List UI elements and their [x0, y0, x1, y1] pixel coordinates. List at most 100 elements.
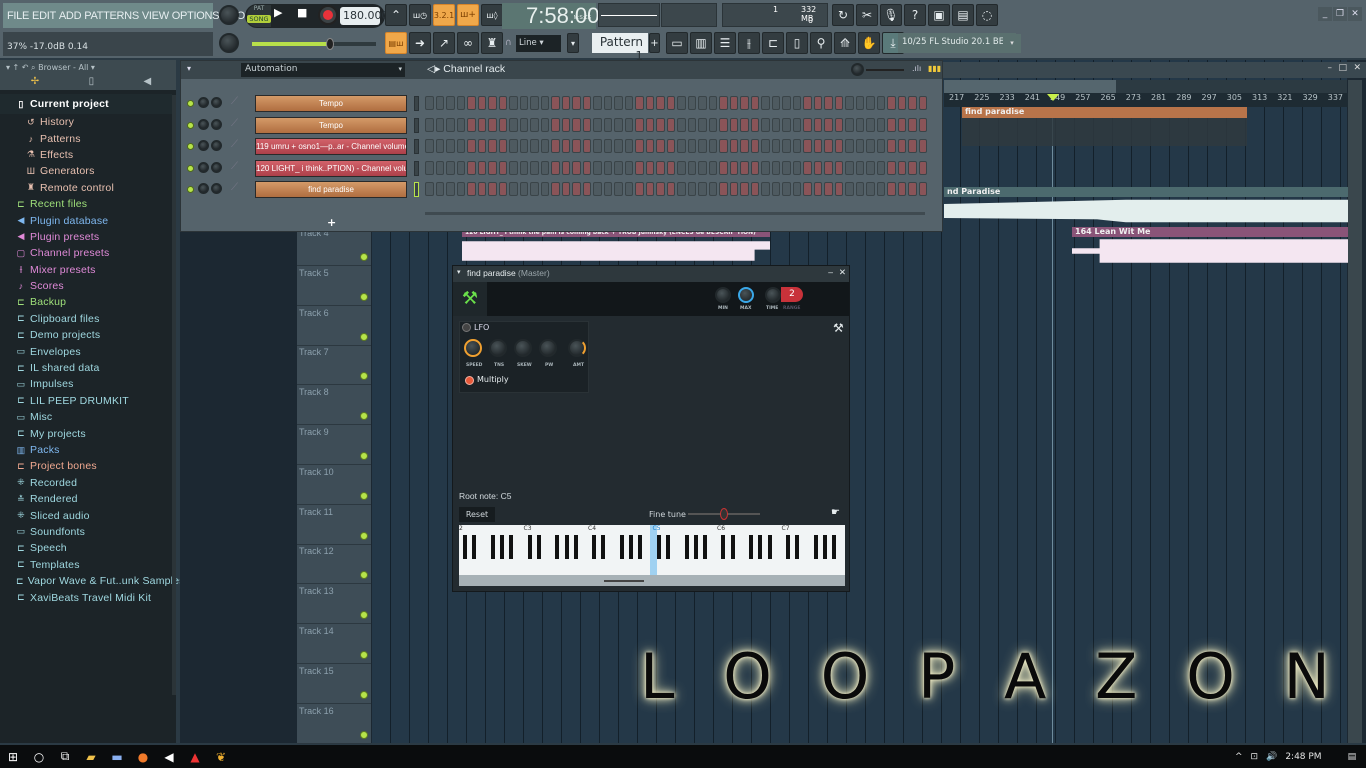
black-key[interactable] [499, 535, 504, 559]
step-button[interactable] [834, 182, 843, 196]
step-button[interactable] [845, 182, 854, 196]
step-button[interactable] [687, 96, 696, 110]
step-button[interactable] [876, 139, 885, 153]
browser-item[interactable]: ▯ Current project [0, 94, 172, 114]
black-key[interactable] [601, 535, 606, 559]
step-button[interactable] [855, 117, 864, 132]
step-button[interactable] [561, 182, 570, 196]
browser-item[interactable]: ⚗ Effects [0, 147, 172, 163]
fl-studio-icon[interactable]: ❦ [208, 750, 234, 764]
step-button[interactable] [582, 160, 591, 175]
channel-name-button[interactable]: find paradise [255, 181, 407, 198]
step-button[interactable] [761, 160, 770, 175]
playlist-maximize-icon[interactable]: □ [1338, 63, 1347, 73]
step-button[interactable] [750, 160, 759, 175]
browser-item[interactable]: ↺ History [0, 114, 172, 130]
step-button[interactable] [666, 96, 675, 110]
step-button[interactable] [866, 117, 875, 132]
step-button[interactable] [866, 160, 875, 175]
step-button[interactable] [687, 160, 696, 175]
step-button[interactable] [666, 160, 675, 175]
channel-volume-knob[interactable] [211, 183, 222, 194]
drag-icon[interactable]: ✋ [858, 32, 880, 54]
track-enable-led[interactable] [360, 690, 368, 699]
step-button[interactable] [519, 139, 528, 153]
channel-mute-led[interactable] [187, 121, 194, 129]
link-icon[interactable]: ∞ [457, 32, 479, 54]
black-key[interactable] [832, 535, 837, 559]
step-button[interactable] [740, 139, 749, 153]
step-button[interactable] [677, 96, 686, 110]
step-button[interactable] [740, 96, 749, 110]
step-button[interactable] [582, 117, 591, 132]
step-button[interactable] [540, 139, 549, 153]
black-key[interactable] [702, 535, 707, 559]
track-header[interactable]: Track 4 [297, 226, 371, 266]
browser-item[interactable]: ⁜ Recorded [0, 475, 172, 491]
firefox-icon[interactable]: ● [130, 750, 156, 764]
step-button[interactable] [687, 117, 696, 132]
step-button[interactable] [561, 139, 570, 153]
step-button[interactable] [866, 182, 875, 196]
step-button[interactable] [771, 96, 780, 110]
plugin-titlebar[interactable]: ▾ find paradise (Master) – ✕ [453, 266, 849, 282]
step-button[interactable] [435, 96, 444, 110]
step-button[interactable] [572, 139, 581, 153]
step-button[interactable] [509, 117, 518, 132]
speaker-app-icon[interactable]: ◀ [156, 750, 182, 764]
channel-volume-knob[interactable] [211, 118, 222, 130]
step-button[interactable] [782, 139, 791, 153]
step-button[interactable] [603, 96, 612, 110]
task-view-icon[interactable]: ⧉ [52, 749, 78, 764]
browser-item[interactable]: ▭ Envelopes [0, 343, 172, 359]
step-button[interactable] [645, 117, 654, 132]
step-button[interactable] [624, 139, 633, 153]
step-button[interactable] [561, 117, 570, 132]
menu-file[interactable]: FILE [7, 10, 29, 22]
channel-select-indicator[interactable] [414, 139, 419, 154]
step-button[interactable] [498, 117, 507, 132]
black-key[interactable] [786, 535, 791, 559]
step-button[interactable] [519, 117, 528, 132]
step-button[interactable] [897, 182, 906, 196]
step-button[interactable] [425, 182, 434, 196]
browser-item[interactable]: ▥ Packs [0, 442, 172, 458]
track-enable-led[interactable] [360, 412, 368, 421]
track-enable-led[interactable] [360, 611, 368, 620]
step-button[interactable] [614, 139, 623, 153]
step-button[interactable] [845, 96, 854, 110]
plugin-close-icon[interactable]: ✕ [839, 267, 846, 278]
step-button[interactable] [666, 182, 675, 196]
record-button[interactable] [318, 5, 338, 25]
track-enable-led[interactable] [360, 292, 368, 301]
step-button[interactable] [729, 182, 738, 196]
track-header[interactable]: Track 5 [297, 266, 371, 306]
time-knob[interactable] [765, 287, 781, 303]
step-button[interactable] [824, 160, 833, 175]
channel-select-indicator[interactable] [414, 117, 419, 133]
step-button[interactable] [572, 117, 581, 132]
step-button[interactable] [761, 117, 770, 132]
step-button[interactable] [509, 160, 518, 175]
step-button[interactable] [876, 117, 885, 132]
step-button[interactable] [740, 160, 749, 175]
step-button[interactable] [456, 139, 465, 153]
step-button[interactable] [540, 96, 549, 110]
browser-icon[interactable]: ⊏ [762, 32, 784, 54]
step-button[interactable] [656, 117, 665, 132]
black-key[interactable] [721, 535, 726, 559]
step-button[interactable] [824, 96, 833, 110]
close-icon[interactable]: ✕ [1348, 7, 1362, 21]
taskbar-clock[interactable]: 2:48 PM [1285, 752, 1321, 762]
step-button[interactable] [456, 117, 465, 132]
step-button[interactable] [635, 182, 644, 196]
step-button[interactable] [897, 139, 906, 153]
step-button[interactable] [540, 160, 549, 175]
step-button[interactable] [488, 117, 497, 132]
cortana-icon[interactable]: ○ [26, 750, 52, 764]
help-icon[interactable]: ? [904, 4, 926, 26]
step-button[interactable] [687, 182, 696, 196]
step-button[interactable] [782, 160, 791, 175]
track-enable-led[interactable] [360, 372, 368, 381]
step-button[interactable] [509, 96, 518, 110]
